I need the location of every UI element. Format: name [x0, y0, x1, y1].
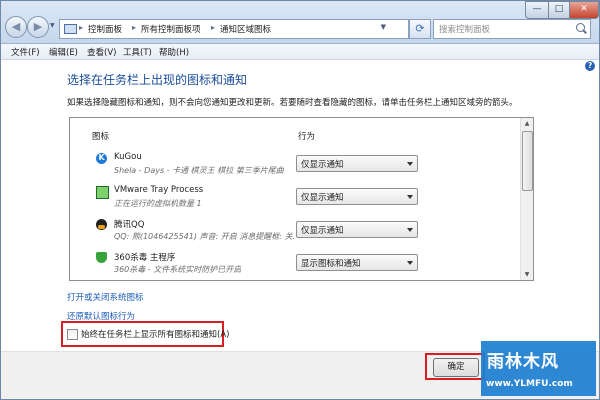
search-placeholder: 搜索控制面板: [439, 25, 491, 35]
close-button[interactable]: ✕: [569, 1, 599, 19]
forward-button[interactable]: ▶: [27, 16, 49, 38]
app-name: 腾讯QQ: [114, 220, 145, 230]
behavior-dropdown[interactable]: 显示图标和通知: [296, 254, 418, 271]
app-status: 360杀毒 - 文件系统实时防护已开启: [114, 265, 242, 274]
watermark-url: www.YLMFU.com: [486, 379, 573, 389]
list-item: 腾讯QQ QQ: 熊(1046425541) 声音: 开启 消息提醒框: 关..…: [70, 217, 520, 253]
qq-icon: [96, 219, 107, 230]
column-header-icon: 图标: [92, 132, 110, 142]
list-scrollbar[interactable]: ▲ ▼: [520, 118, 533, 280]
recent-pages-chevron-icon[interactable]: ▼: [50, 22, 55, 29]
minimize-button[interactable]: —: [525, 1, 549, 19]
always-show-label[interactable]: 始终在任务栏上显示所有图标和通知(A): [81, 328, 229, 340]
chevron-down-icon: [407, 162, 413, 166]
360-shield-icon: [96, 252, 107, 263]
breadcrumb-notification-icons[interactable]: 通知区域图标: [220, 23, 271, 35]
column-header-behavior: 行为: [298, 132, 316, 142]
breadcrumb-all-items[interactable]: 所有控制面板项: [141, 23, 201, 35]
watermark-title: 雨林木风: [487, 352, 559, 372]
menu-bar: 文件(F) 编辑(E) 查看(V) 工具(T) 帮助(H): [1, 44, 599, 60]
list-item: VMware Tray Process 正在运行的虚拟机数量 1 仅显示通知: [70, 184, 520, 220]
breadcrumb-separator[interactable]: ▸: [211, 23, 215, 32]
chevron-down-icon: [407, 195, 413, 199]
scroll-down-icon[interactable]: ▼: [521, 269, 533, 280]
behavior-value: 显示图标和通知: [301, 259, 361, 269]
app-status: Shela - Days - 卡通 棋灵王 棋拉 第三季片尾曲: [114, 166, 284, 175]
help-icon[interactable]: ?: [585, 61, 595, 71]
chevron-down-icon: [407, 228, 413, 232]
chevron-down-icon: [407, 261, 413, 265]
behavior-dropdown[interactable]: 仅显示通知: [296, 188, 418, 205]
control-panel-icon: [64, 24, 77, 34]
behavior-value: 仅显示通知: [301, 193, 344, 203]
address-dropdown-icon[interactable]: ▼: [381, 23, 386, 31]
site-watermark-logo: 雨林木风 www.YLMFU.com: [481, 341, 596, 396]
back-button[interactable]: ◀: [5, 16, 27, 38]
menu-tools[interactable]: 工具(T): [123, 46, 152, 58]
app-status: QQ: 熊(1046425541) 声音: 开启 消息提醒框: 关...: [114, 232, 294, 241]
notification-icons-list[interactable]: 图标 行为 KuGou Shela - Days - 卡通 棋灵王 棋拉 第三季…: [69, 117, 534, 281]
breadcrumb-separator[interactable]: ▸: [79, 23, 83, 32]
system-icons-link[interactable]: 打开或关闭系统图标: [67, 291, 144, 303]
app-status: 正在运行的虚拟机数量 1: [114, 199, 202, 208]
search-icon[interactable]: [576, 23, 585, 32]
always-show-checkbox[interactable]: [67, 329, 78, 340]
menu-edit[interactable]: 编辑(E): [49, 46, 78, 58]
behavior-value: 仅显示通知: [301, 226, 344, 236]
control-panel-window: — □ ✕ ◀ ▶ ▼ ▸ 控制面板 ▸ 所有控制面板项 ▸ 通知区域图标 ▼ …: [0, 0, 600, 400]
behavior-dropdown[interactable]: 仅显示通知: [296, 221, 418, 238]
page-title: 选择在任务栏上出现的图标和通知: [67, 73, 248, 87]
breadcrumb-control-panel[interactable]: 控制面板: [88, 23, 122, 35]
highlight-box: [425, 353, 485, 380]
behavior-value: 仅显示通知: [301, 160, 344, 170]
breadcrumb-separator[interactable]: ▸: [132, 23, 136, 32]
list-item: KuGou Shela - Days - 卡通 棋灵王 棋拉 第三季片尾曲 仅显…: [70, 151, 520, 187]
kugou-icon: [96, 153, 107, 164]
menu-help[interactable]: 帮助(H): [159, 46, 189, 58]
app-name: 360杀毒 主程序: [114, 253, 176, 263]
address-bar[interactable]: ▸ 控制面板 ▸ 所有控制面板项 ▸ 通知区域图标 ▼: [59, 19, 409, 39]
behavior-dropdown[interactable]: 仅显示通知: [296, 155, 418, 172]
scroll-up-icon[interactable]: ▲: [521, 118, 533, 129]
vmware-icon: [96, 186, 109, 199]
page-description: 如果选择隐藏图标和通知，则不会向您通知更改和更新。若要随时查看隐藏的图标，请单击…: [67, 98, 518, 108]
app-name: VMware Tray Process: [114, 185, 204, 195]
search-input[interactable]: 搜索控制面板: [433, 19, 591, 39]
list-item: 360杀毒 主程序 360杀毒 - 文件系统实时防护已开启 显示图标和通知: [70, 250, 520, 280]
maximize-button[interactable]: □: [548, 1, 570, 19]
refresh-button[interactable]: ⟳: [409, 19, 431, 39]
scrollbar-thumb[interactable]: [522, 131, 533, 191]
menu-view[interactable]: 查看(V): [87, 46, 116, 58]
menu-file[interactable]: 文件(F): [11, 46, 40, 58]
title-bar: — □ ✕ ◀ ▶ ▼ ▸ 控制面板 ▸ 所有控制面板项 ▸ 通知区域图标 ▼ …: [1, 1, 599, 44]
app-name: KuGou: [114, 152, 142, 162]
